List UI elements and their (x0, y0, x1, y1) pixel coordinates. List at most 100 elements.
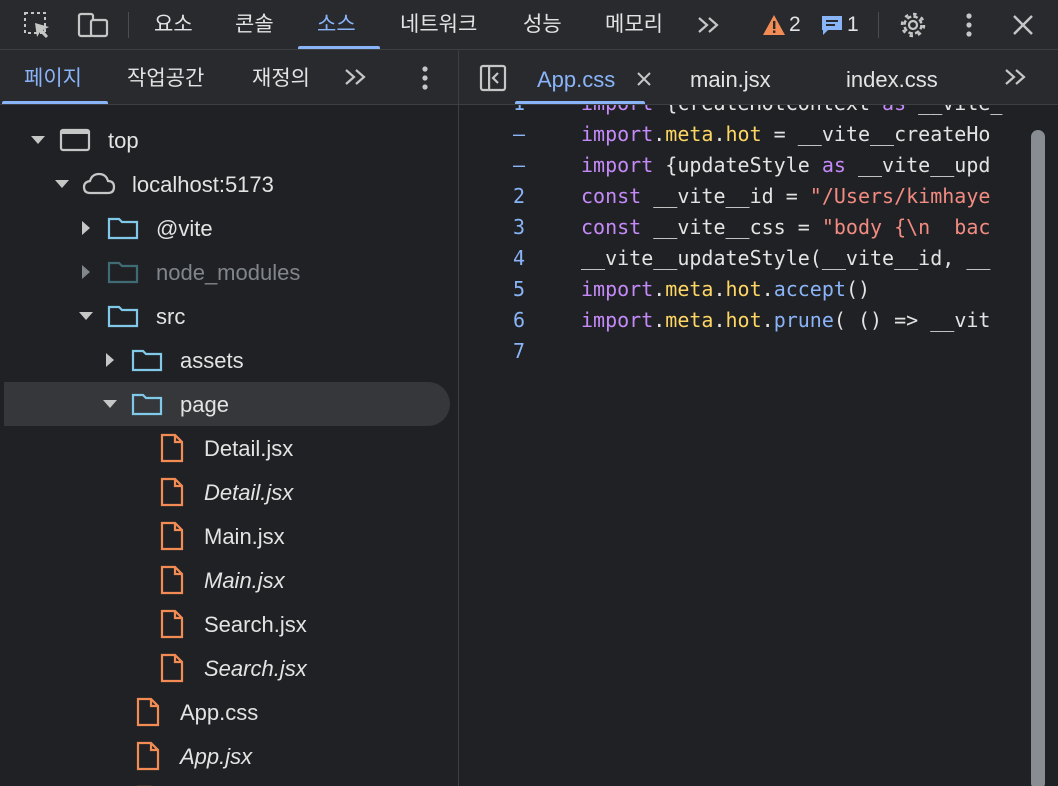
folder-icon (107, 261, 139, 284)
vertical-scrollbar[interactable] (1031, 130, 1045, 786)
tree-item-label: src (156, 304, 186, 329)
tab-sources[interactable]: 소스 (317, 0, 356, 49)
more-subtabs-icon[interactable] (343, 67, 369, 92)
tree-item-top[interactable]: top (0, 118, 458, 162)
tree-item-localhost[interactable]: localhost:5173 (0, 162, 458, 206)
tab-memory[interactable]: 메모리 (605, 0, 663, 49)
file-icon (160, 433, 184, 463)
inspect-element-icon[interactable] (20, 8, 54, 42)
tree-item-file[interactable]: App.jsx (0, 734, 458, 778)
kebab-menu-icon[interactable] (952, 8, 986, 42)
line-number: 6 (512, 308, 526, 332)
tree-item-node-modules[interactable]: node_modules (0, 250, 458, 294)
code-line: import.meta.hot = __vite__createHo (581, 122, 991, 146)
device-toolbar-icon[interactable] (76, 8, 110, 42)
folder-icon (107, 305, 139, 328)
tree-item-label: page (180, 392, 229, 417)
tree-item-file[interactable] (0, 778, 458, 786)
code-line: import.meta.hot.accept() (581, 277, 871, 301)
line-number: 7 (512, 339, 526, 363)
tab-page[interactable]: 페이지 (24, 50, 82, 104)
file-icon (160, 477, 184, 507)
tree-item-assets[interactable]: assets (0, 338, 458, 382)
active-editor-tab-indicator (515, 101, 645, 104)
line-number: – (512, 122, 526, 146)
message-count: 1 (847, 12, 859, 36)
collapsed-arrow-icon[interactable] (102, 352, 118, 368)
code-line: __vite__updateStyle(__vite__id, __ (581, 246, 991, 270)
tree-item-label: Detail.jsx (204, 436, 294, 461)
line-number: 3 (512, 215, 526, 239)
code-line: const __vite__id = "/Users/kimhaye (581, 184, 991, 208)
editor-tab-app-css[interactable]: App.css (537, 50, 615, 104)
tree-item-label: localhost:5173 (132, 172, 274, 197)
tree-item-file[interactable]: Search.jsx (0, 646, 458, 690)
editor-panel: App.css main.jsx index.css 1 import {cre… (459, 50, 1058, 786)
expanded-arrow-icon[interactable] (78, 308, 94, 324)
close-tab-icon[interactable] (636, 71, 652, 92)
collapsed-arrow-icon[interactable] (78, 264, 94, 280)
messages-badge[interactable]: 1 (820, 0, 859, 49)
tree-item-file[interactable]: Main.jsx (0, 558, 458, 602)
tab-console[interactable]: 콘솔 (235, 0, 274, 49)
editor-tab-index-css[interactable]: index.css (846, 50, 938, 104)
close-icon[interactable] (1006, 8, 1040, 42)
code-line: import {createHotContext as __vite_ (581, 105, 1002, 119)
navigator-panel: 페이지 작업공간 재정의 top localhost:5173 @vite no… (0, 50, 459, 786)
expanded-arrow-icon[interactable] (102, 396, 118, 412)
message-icon (822, 15, 842, 35)
tree-item-label: assets (180, 348, 244, 373)
tree-item-page[interactable]: page (0, 382, 458, 426)
toolbar-divider (128, 12, 129, 38)
toggle-navigator-icon[interactable] (479, 64, 507, 97)
editor-tab-main-jsx[interactable]: main.jsx (690, 50, 771, 104)
main-toolbar: 요소 콘솔 소스 네트워크 성능 메모리 2 1 (0, 0, 1058, 50)
more-editor-tabs-icon[interactable] (1003, 67, 1029, 92)
tree-item-file[interactable]: Detail.jsx (0, 426, 458, 470)
tree-item-file[interactable]: App.css (0, 690, 458, 734)
line-number: – (512, 153, 526, 177)
tree-item-file[interactable]: Search.jsx (0, 602, 458, 646)
tree-item-label: node_modules (156, 260, 301, 285)
expanded-arrow-icon[interactable] (54, 176, 70, 192)
tree-item-vite[interactable]: @vite (0, 206, 458, 250)
line-number: 5 (512, 277, 526, 301)
tree-item-label: Search.jsx (204, 612, 307, 637)
tree-item-label: App.jsx (180, 744, 253, 769)
tree-item-label: top (108, 128, 139, 153)
tree-item-label: Detail.jsx (204, 480, 294, 505)
tree-item-label: Main.jsx (204, 524, 285, 549)
more-tabs-icon[interactable] (692, 8, 726, 42)
navigator-menu-icon[interactable] (420, 64, 430, 97)
tree-item-label: @vite (156, 216, 213, 241)
warning-count: 2 (789, 12, 801, 36)
tab-overrides[interactable]: 재정의 (252, 50, 310, 104)
tab-network[interactable]: 네트워크 (400, 0, 477, 49)
tab-elements[interactable]: 요소 (154, 0, 193, 49)
tree-item-file[interactable]: Detail.jsx (0, 470, 458, 514)
code-editor[interactable]: 1 import {createHotContext as __vite_ – … (459, 105, 1058, 786)
file-icon (160, 653, 184, 683)
expanded-arrow-icon[interactable] (30, 132, 46, 148)
file-tree: top localhost:5173 @vite node_modules sr… (0, 105, 458, 786)
code-line: import {updateStyle as __vite__upd (581, 153, 991, 177)
tree-item-file[interactable]: Main.jsx (0, 514, 458, 558)
file-icon (160, 609, 184, 639)
tree-item-label: Main.jsx (204, 568, 285, 593)
devtools-window: 요소 콘솔 소스 네트워크 성능 메모리 2 1 페이지 작업공간 재정의 to… (0, 0, 1058, 786)
toolbar-divider-2 (878, 12, 879, 38)
file-icon (160, 565, 184, 595)
line-number: 1 (499, 105, 539, 119)
line-number: 2 (512, 184, 526, 208)
tree-item-label: App.css (180, 700, 259, 725)
warnings-badge[interactable]: 2 (762, 0, 801, 49)
settings-gear-icon[interactable] (896, 8, 930, 42)
tree-item-src[interactable]: src (0, 294, 458, 338)
tab-performance[interactable]: 성능 (523, 0, 562, 49)
line-number: 4 (512, 246, 526, 270)
tab-workspace[interactable]: 작업공간 (127, 50, 204, 104)
cloud-icon (82, 172, 116, 195)
code-line: import.meta.hot.prune( () => __vit (581, 308, 991, 332)
collapsed-arrow-icon[interactable] (78, 220, 94, 236)
active-tab-indicator (298, 46, 380, 49)
